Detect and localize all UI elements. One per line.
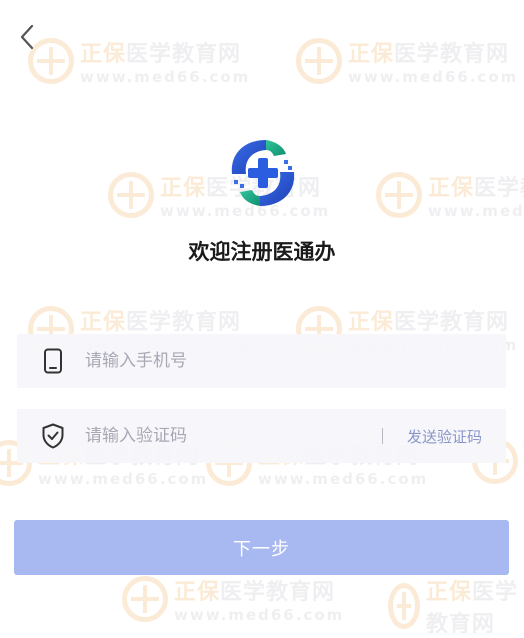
phone-input[interactable] [83,350,506,372]
watermark: 正保医学教育网 www.med66.com [296,36,518,86]
page-title: 欢迎注册医通办 [188,240,336,264]
watermark-logo-icon [376,172,422,218]
watermark: 正保医学教育网 www.med66.com [376,170,524,220]
watermark: 正保医学教育网 [388,574,524,638]
next-button[interactable]: 下一步 [14,520,509,575]
phone-icon [41,348,65,374]
watermark: 正保医学教育网 www.med66.com [122,574,344,624]
shield-check-icon [41,423,65,449]
divider [381,428,383,444]
watermark-logo-icon [122,576,168,622]
watermark-logo-icon [108,172,154,218]
phone-field[interactable] [17,334,506,388]
app-logo-icon [226,136,300,210]
chevron-left-icon [20,24,34,50]
verification-code-field[interactable]: 发送验证码 [17,409,506,463]
watermark-logo-icon [296,38,342,84]
send-code-button[interactable]: 发送验证码 [407,426,482,447]
verification-code-input[interactable] [83,425,382,447]
watermark: 正保医学教育网 www.med66.com [28,36,250,86]
back-button[interactable] [14,22,40,52]
watermark-logo-icon [388,583,420,629]
